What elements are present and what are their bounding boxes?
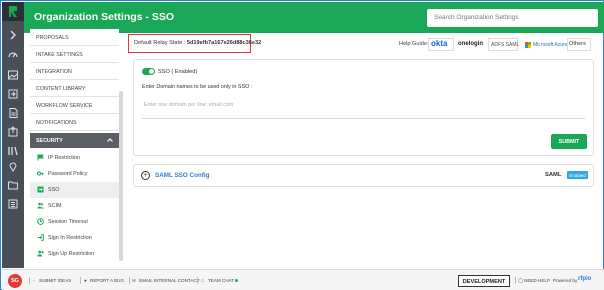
clock-icon: [37, 218, 44, 225]
brand-logo: rfpio: [578, 276, 592, 282]
saml-config-title[interactable]: SAML SSO Config: [155, 172, 209, 179]
sidebar-item-label: SSO: [48, 187, 60, 193]
users-icon: [37, 202, 44, 209]
expand-plus-icon[interactable]: +: [141, 171, 150, 180]
report-bug-link[interactable]: REPORT A BUG: [90, 278, 124, 283]
icon-rail: [2, 2, 24, 268]
sidebar-item-scim[interactable]: SCIM: [30, 198, 119, 214]
bug-icon: ●: [84, 278, 87, 283]
footer-divider: [515, 277, 516, 284]
sidebar-item-workflow-service[interactable]: WORKFLOW SERVICE: [30, 97, 119, 114]
footer-divider: [197, 277, 198, 284]
sso-settings-card: SSO ( Enabled) Enter Domain names to be …: [133, 59, 594, 156]
status-badge: Enabled: [567, 171, 588, 179]
document-icon[interactable]: [7, 106, 19, 118]
sidebar-item-intake-settings[interactable]: INTAKE SETTINGS: [30, 46, 119, 63]
sidebar-item-sign-up-restriction[interactable]: Sign Up Restriction: [30, 246, 119, 262]
footer-bar: SG ◦ SUBMIT IDEAS ● REPORT A BUG ✉ EMAIL…: [2, 269, 604, 290]
folder-icon[interactable]: [7, 178, 19, 190]
okta-guide-link[interactable]: okta: [431, 38, 447, 50]
sidebar-item-label: Session Timeout: [48, 219, 88, 225]
saml-type-label: SAML: [545, 172, 562, 178]
export-icon[interactable]: [7, 125, 19, 137]
sidebar-item-sso[interactable]: SSO: [30, 182, 119, 198]
lightbulb-icon: ◦: [33, 278, 35, 283]
import-icon[interactable]: [7, 87, 19, 99]
team-chat-link[interactable]: TEAM CHAT: [208, 278, 239, 283]
avatar[interactable]: SG: [8, 274, 22, 288]
sso-toggle[interactable]: [142, 68, 155, 75]
location-icon[interactable]: [7, 159, 19, 172]
app-logo[interactable]: [2, 2, 24, 21]
default-relay-state: Default Relay State : 5d19efb7a167e26d88…: [128, 34, 261, 53]
help-guide-label: Help Guide:: [399, 41, 429, 47]
key-icon: [37, 170, 44, 177]
need-help-link[interactable]: NEED HELP: [524, 278, 550, 283]
chevron-right-icon[interactable]: [7, 28, 19, 40]
sidebar-scrollbar[interactable]: [119, 91, 123, 261]
app-window: Organization Settings - SSO Search Organ…: [0, 0, 604, 290]
sidebar-item-proposals[interactable]: PROPOSALS: [30, 29, 119, 46]
powered-by-label: Powered by: [553, 278, 578, 283]
submit-ideas-link[interactable]: SUBMIT IDEAS: [39, 278, 71, 283]
help-icon: ◯: [518, 278, 524, 283]
sidebar-section-security[interactable]: SECURITY: [30, 133, 119, 148]
onelogin-guide-link[interactable]: onelogin: [458, 38, 483, 50]
sso-toggle-label: SSO ( Enabled): [158, 69, 198, 75]
sidebar-item-label: Sign In Restriction: [48, 235, 92, 241]
search-input[interactable]: Search Organization Settings: [427, 9, 598, 27]
footer-divider: [29, 277, 30, 284]
image-icon[interactable]: [7, 68, 19, 80]
settings-sidebar: PROPOSALS INTAKE SETTINGS INTEGRATION CO…: [30, 29, 119, 269]
others-guide-link[interactable]: Others: [569, 38, 586, 50]
team-chat-label: TEAM CHAT: [208, 278, 235, 283]
sidebar-item-session-timeout[interactable]: Session Timeout: [30, 214, 119, 230]
online-dot-icon: [235, 279, 239, 283]
footer-divider: [129, 277, 130, 284]
azure-guide-link[interactable]: Microsoft Azure: [533, 38, 567, 50]
environment-button[interactable]: DEVELOPMENT: [458, 275, 510, 287]
sidebar-item-integration[interactable]: INTEGRATION: [30, 63, 119, 80]
chevron-up-icon: [106, 136, 114, 146]
flag-icon: [37, 154, 44, 161]
dashboard-icon[interactable]: [7, 48, 19, 60]
sign-in-icon: [37, 234, 44, 241]
sidebar-item-label: IP Restriction: [48, 155, 80, 161]
library-icon[interactable]: [7, 144, 19, 156]
sidebar-item-password-policy[interactable]: Password Policy: [30, 166, 119, 182]
footer-divider: [80, 277, 81, 284]
microsoft-logo-icon: [525, 42, 531, 48]
email-contact-link[interactable]: EMAIL INTERNAL CONTACT: [139, 278, 200, 283]
relay-state-label: Default Relay State :: [134, 40, 186, 46]
sidebar-item-label: SCIM: [48, 203, 62, 209]
sidebar-item-content-library[interactable]: CONTENT LIBRARY: [30, 80, 119, 97]
page-title: Organization Settings - SSO: [34, 11, 175, 23]
submit-button[interactable]: SUBMIT: [551, 134, 587, 149]
sidebar-item-label: Password Policy: [48, 171, 88, 177]
relay-state-value: 5d19efb7a167e26d88c36e32: [186, 40, 262, 46]
sidebar-section-label: SECURITY: [36, 138, 63, 144]
login-icon: [37, 186, 44, 193]
domains-textarea[interactable]: Enter one domain per line: email.com: [142, 97, 585, 119]
domains-label: Enter Domain names to be used only in SS…: [142, 84, 253, 90]
list-icon[interactable]: [7, 197, 19, 209]
saml-config-card[interactable]: + SAML SSO Config SAML Enabled: [133, 164, 594, 187]
sidebar-item-ip-restriction[interactable]: IP Restriction: [30, 150, 119, 166]
adfs-guide-link[interactable]: ADFS SAML: [491, 38, 519, 50]
mail-icon: ✉: [132, 278, 136, 283]
sidebar-item-notifications[interactable]: NOTIFICATIONS: [30, 114, 119, 131]
sidebar-item-sign-in-restriction[interactable]: Sign In Restriction: [30, 230, 119, 246]
user-plus-icon: [37, 250, 44, 257]
chat-icon: □: [201, 278, 204, 283]
sidebar-item-label: Sign Up Restriction: [48, 251, 95, 257]
